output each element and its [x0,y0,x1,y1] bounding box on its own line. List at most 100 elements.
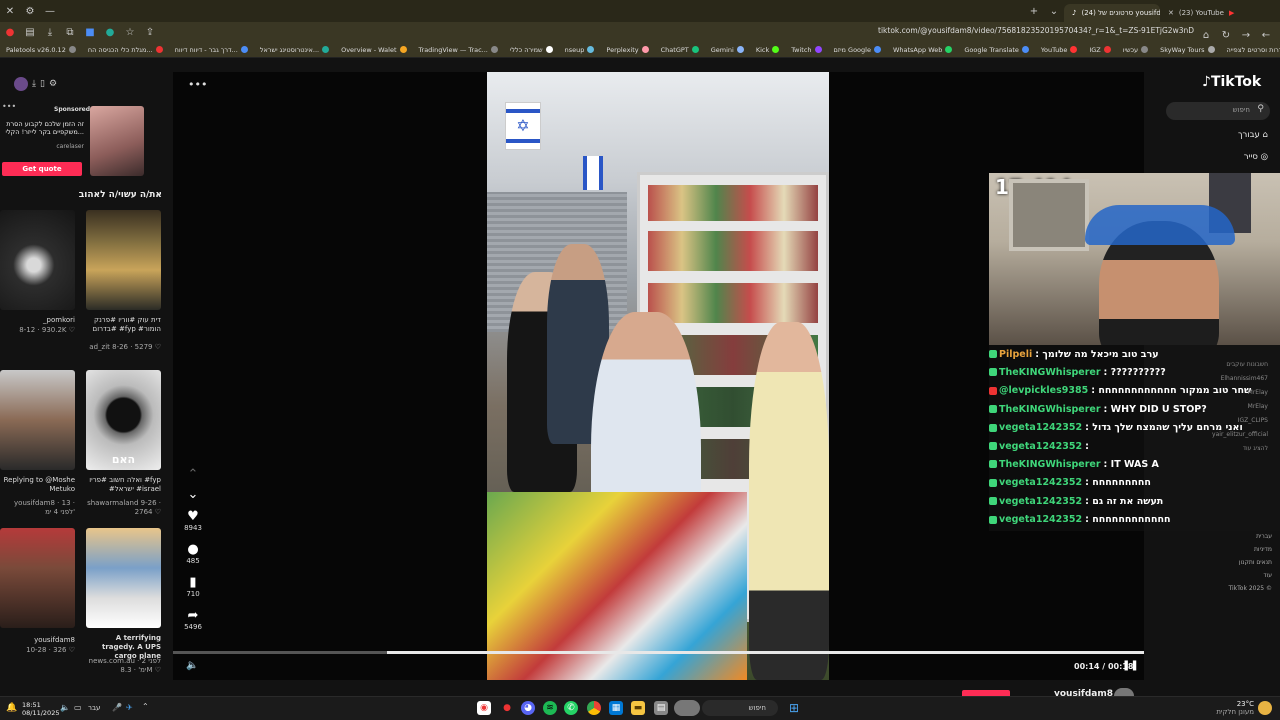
footer-link[interactable]: עוד [1184,569,1272,582]
minimize-icon[interactable]: — [40,0,60,22]
extension-icon[interactable]: ■ [80,21,100,43]
telegram-icon[interactable]: ✈ [126,703,133,712]
share-icon[interactable]: ⇪ [140,21,160,43]
phone-icon[interactable]: ▯ [40,79,45,89]
app-icon[interactable]: ● [500,701,514,715]
bookmark-item[interactable]: Twitch [785,46,827,54]
settings-icon[interactable]: ⚙ [20,0,40,22]
search-input[interactable]: חיפוש ⚲ [1166,102,1270,120]
nav-item-explore[interactable]: סייר ◎ [1194,152,1268,162]
video-thumbnail[interactable] [0,210,75,310]
tab-tiktok[interactable]: ♪ (24) סרטונים של yousifdam8 ✕ [1064,4,1160,22]
bookmark-item[interactable]: IGZ [1083,46,1116,54]
bookmark-item[interactable]: Gemini [705,46,750,54]
footer-link[interactable]: מדיניות [1184,543,1272,556]
clock[interactable]: 18:51 08/11/2025 [22,701,59,717]
language-indicator[interactable]: עבר [88,704,100,712]
bookmark-item[interactable]: מגלת כלי הכניסה הח... [82,46,169,54]
bookmark-item[interactable]: Google Translate [958,46,1035,54]
chat-username: Pilpeli [999,348,1033,360]
volume-icon[interactable]: 🔈 [186,660,198,671]
bookmark-item[interactable]: YouTube [1035,46,1083,54]
mic-icon[interactable]: 🎤 [112,703,122,712]
scroll-up-icon[interactable]: ⌃ [173,468,213,482]
video-thumbnail[interactable] [86,210,161,310]
bookmark-item[interactable]: אינטרוסטינג ישראל... [254,46,335,54]
windows-start-icon[interactable]: ⊞ [787,701,801,715]
nav-item-for-you[interactable]: עבורך ⌂ [1194,130,1268,140]
video-thumbnail[interactable] [0,528,75,628]
settings-icon[interactable]: ⚙ [49,79,57,89]
video-thumbnail[interactable]: האם [86,370,161,470]
extension-icon[interactable]: ● [0,21,20,43]
video-thumbnail[interactable] [86,528,161,628]
get-quote-button[interactable]: Get quote [2,162,82,176]
avatar[interactable] [1114,688,1134,696]
chrome-icon[interactable] [587,701,601,715]
bookmark-item[interactable]: Paletools v26.0.12 [0,46,82,54]
bookmark-favicon-icon [545,46,553,53]
avatar[interactable] [14,77,28,91]
close-tab-icon[interactable]: ✕ [1168,9,1174,17]
new-tab-icon[interactable]: + [1024,0,1044,22]
bookmark-item[interactable]: עכשיו [1117,46,1154,54]
whatsapp-icon[interactable]: ✆ [564,701,578,715]
bookmarks-bar: Paletools v26.0.12 מגלת כלי הכניסה הח... ד… [0,42,1280,58]
taskbar-search[interactable]: חיפוש [702,700,778,716]
spotify-icon[interactable]: ≋ [543,701,557,715]
chat-text: : ערב טוב מיכאל מה שלומך [1035,348,1159,360]
store-icon[interactable]: ▦ [609,701,623,715]
share-button[interactable]: ➦ 5496 [173,609,213,632]
url-field[interactable]: tiktok.com/@yousifdam8/video/75681823520… [878,26,1194,35]
sponsored-thumbnail[interactable] [90,106,144,176]
close-window-icon[interactable]: ✕ [0,0,20,22]
save-button[interactable]: ▮ 710 [173,576,213,599]
like-button[interactable]: ♥ 8943 [173,510,213,533]
more-icon[interactable]: ••• [2,102,16,111]
bookmark-item[interactable]: שמירה כללי [504,46,559,54]
bookmark-item[interactable]: SkyWay Tours [1154,46,1220,54]
network-icon[interactable]: ▭ [74,703,82,712]
video-meta: 10-28 · 326 ♡ [26,646,75,654]
discord-icon[interactable]: ◕ [521,701,535,715]
search-icon[interactable]: ⚲ [1257,104,1264,114]
chat-username: @levpickles9385 [999,385,1089,397]
bookmark-item[interactable]: דרך גבר - דיווח דיווח... [169,46,254,54]
scroll-down-icon[interactable]: ⌄ [173,488,213,502]
more-options-icon[interactable]: ••• [188,78,207,91]
download-icon[interactable]: ⤓ [32,79,36,89]
app-icon[interactable] [674,700,700,716]
volume-icon[interactable]: 🔈 [60,703,70,712]
extension-icon[interactable]: ● [100,21,120,43]
extension-icon[interactable]: ▤ [20,21,40,43]
bookmark-item[interactable]: WhatsApp Web [887,46,958,54]
download-icon[interactable]: ⤓ [40,21,60,43]
bookmark-item[interactable]: Kick [750,46,785,54]
tray-expand-icon[interactable]: ⌃ [142,702,149,711]
bookmark-item[interactable]: nseup [559,46,601,54]
bookmark-item[interactable]: מיזם Google [828,46,887,54]
browser-tab-strip: ✕ ⚙ — + ⌄ ♪ (24) סרטונים של yousifdam8 ✕… [0,0,1280,22]
tab-youtube[interactable]: ✕ (23) YouTube ▶ [1160,4,1260,22]
bookmark-item[interactable]: סדרות וסרטים לצפייה... [1221,46,1280,54]
pause-icon[interactable]: ❚❚ [1122,660,1139,671]
app-icon[interactable]: ◉ [477,701,491,715]
footer-link[interactable]: עברית [1184,530,1272,543]
tab-search-icon[interactable]: ⌄ [1044,0,1064,22]
bookmark-star-icon[interactable]: ☆ [120,21,140,43]
weather-widget[interactable]: 23°C מעונן חלקית [1210,700,1254,716]
extension-icon[interactable]: ⧉ [60,21,80,43]
footer-link[interactable]: תנאים ותקנון [1184,556,1272,569]
comment-button[interactable]: ● 485 [173,543,213,566]
app-icon[interactable]: ▤ [654,701,668,715]
notification-icon[interactable]: 🔔 [6,703,17,713]
bookmark-item[interactable]: Overview - Walet [335,46,412,54]
tiktok-logo[interactable]: ♪TikTok [1202,74,1261,90]
copyright: TikTok 2025 © [1228,585,1273,592]
file-explorer-icon[interactable]: ▬ [631,701,645,715]
video-player[interactable]: ✡ [487,72,829,680]
bookmark-item[interactable]: Perplexity [600,46,654,54]
bookmark-item[interactable]: TradingView — Trac... [413,46,504,54]
video-thumbnail[interactable] [0,370,75,470]
bookmark-item[interactable]: ChatGPT [655,46,705,54]
